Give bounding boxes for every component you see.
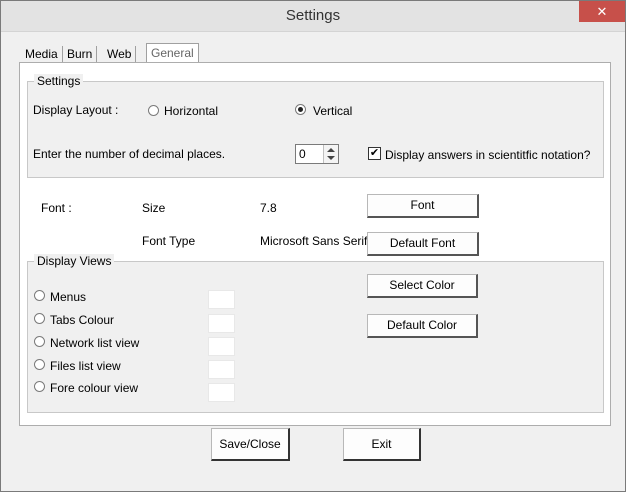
tab-burn[interactable]: Burn (63, 46, 98, 63)
vertical-label[interactable]: Vertical (313, 104, 352, 118)
settings-group-title: Settings (34, 74, 84, 88)
general-tab-panel: Settings Display Layout : Horizontal Ver… (19, 62, 611, 426)
fore-colour-view-swatch (208, 383, 235, 402)
network-list-view-radio[interactable] (34, 336, 45, 347)
display-views-group: Display Views Menus Tabs Colour Network … (27, 254, 604, 413)
horizontal-radio[interactable] (148, 105, 159, 116)
fore-colour-view-radio[interactable] (34, 381, 45, 392)
network-list-view-label[interactable]: Network list view (50, 336, 139, 350)
save-close-button[interactable]: Save/Close (211, 428, 290, 461)
stepper-up-icon[interactable] (327, 148, 335, 152)
font-label: Font : (41, 201, 72, 215)
tabs-colour-label[interactable]: Tabs Colour (50, 313, 114, 327)
tabs-colour-swatch (208, 314, 235, 333)
display-views-title: Display Views (34, 254, 115, 268)
default-color-button[interactable]: Default Color (367, 314, 478, 338)
title-bar[interactable]: Settings ✕ (1, 1, 625, 32)
close-icon: ✕ (596, 4, 608, 19)
network-list-view-swatch (208, 337, 235, 356)
vertical-radio[interactable] (295, 104, 306, 115)
tab-general[interactable]: General (146, 43, 199, 64)
menus-radio[interactable] (34, 290, 45, 301)
font-type-value: Microsoft Sans Serif (260, 234, 368, 248)
exit-button[interactable]: Exit (343, 428, 421, 461)
window-title: Settings (285, 7, 341, 24)
horizontal-label[interactable]: Horizontal (164, 104, 218, 118)
checkmark-icon: ✔ (369, 147, 380, 159)
font-size-value: 7.8 (260, 201, 277, 215)
font-type-label: Font Type (142, 234, 196, 248)
menus-color-swatch (208, 290, 235, 309)
select-color-button[interactable]: Select Color (367, 274, 478, 298)
settings-group: Settings Display Layout : Horizontal Ver… (27, 74, 604, 178)
close-button[interactable]: ✕ (579, 1, 625, 22)
stepper-down-icon[interactable] (327, 156, 335, 160)
fore-colour-view-label[interactable]: Fore colour view (50, 381, 138, 395)
decimal-places-stepper[interactable]: 0 (295, 144, 339, 164)
tab-web[interactable]: Web (103, 46, 137, 63)
files-list-view-swatch (208, 360, 235, 379)
scientific-notation-checkbox[interactable]: ✔ (368, 147, 381, 160)
files-list-view-label[interactable]: Files list view (50, 359, 121, 373)
files-list-view-radio[interactable] (34, 359, 45, 370)
display-layout-label: Display Layout : (33, 103, 119, 117)
decimal-places-value[interactable]: 0 (299, 147, 306, 161)
tab-media[interactable]: Media (21, 46, 63, 63)
font-size-label: Size (142, 201, 166, 215)
decimal-places-label: Enter the number of decimal places. (33, 147, 226, 161)
settings-window: Settings ✕ Media Burn Web General Settin… (0, 0, 626, 492)
stepper-arrows[interactable] (323, 145, 338, 163)
menus-label[interactable]: Menus (50, 290, 86, 304)
font-button[interactable]: Font (367, 194, 479, 218)
default-font-button[interactable]: Default Font (367, 232, 479, 256)
scientific-notation-label[interactable]: Display answers in scientitfic notation? (385, 148, 590, 162)
tabs-colour-radio[interactable] (34, 313, 45, 324)
